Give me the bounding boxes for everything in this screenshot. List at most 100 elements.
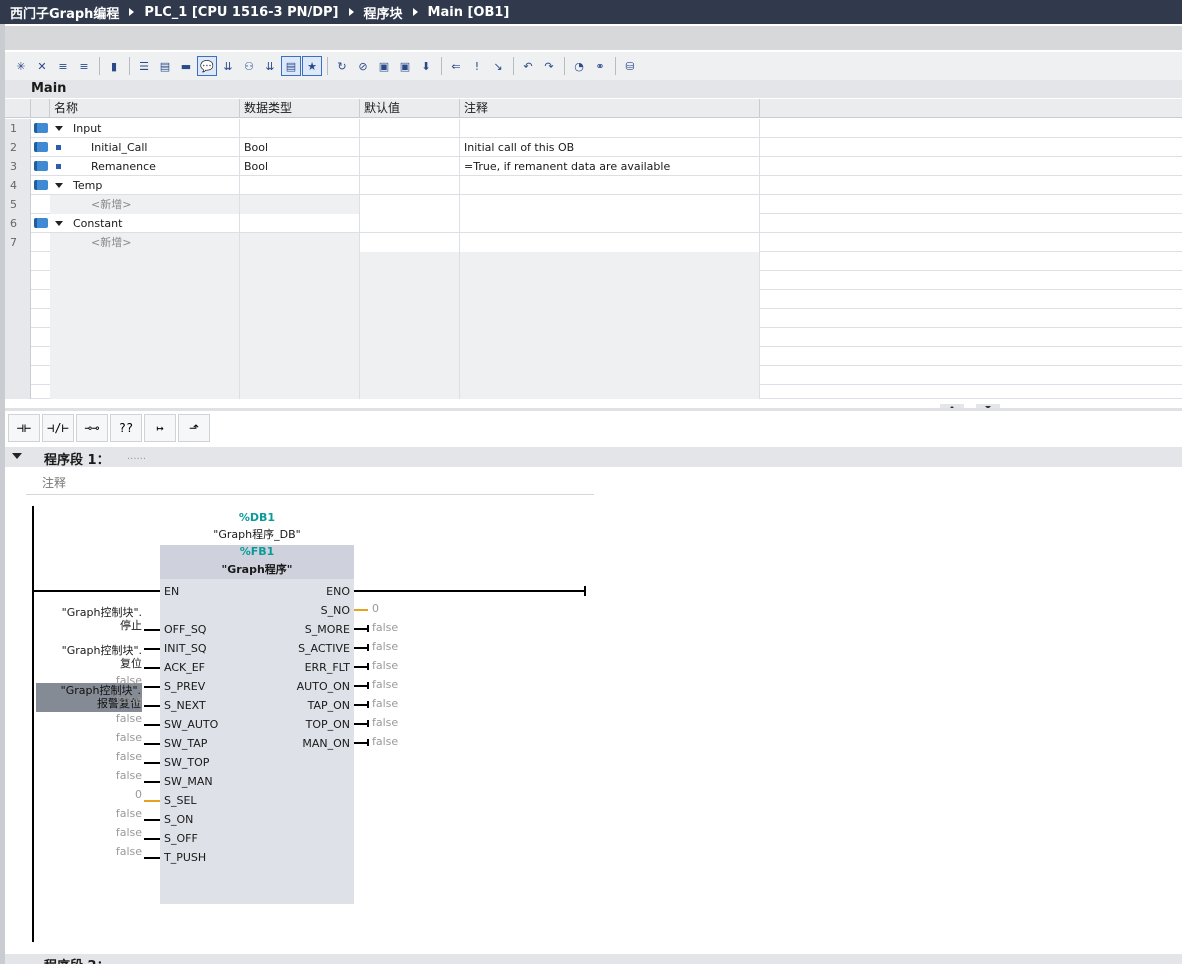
- row-default[interactable]: [360, 233, 460, 252]
- input-value[interactable]: false: [116, 693, 142, 707]
- operand-init-sq[interactable]: "Graph控制块". 复位: [62, 644, 142, 670]
- breadcrumb-project[interactable]: 西门子Graph编程: [10, 3, 119, 22]
- input-value[interactable]: false: [116, 826, 142, 840]
- row-default[interactable]: [360, 119, 460, 138]
- empty-box-icon[interactable]: ??: [110, 413, 142, 442]
- splitter-handle[interactable]: [940, 401, 1000, 411]
- input-value[interactable]: false: [116, 731, 142, 745]
- row-name[interactable]: Constant: [73, 214, 240, 233]
- collapse-triangle-icon[interactable]: [55, 126, 63, 131]
- show-absolute-icon[interactable]: ☰: [134, 56, 154, 76]
- output-value[interactable]: false: [372, 735, 398, 749]
- output-value[interactable]: false: [372, 716, 398, 730]
- row-type[interactable]: [240, 233, 360, 252]
- row-name[interactable]: Initial_Call: [91, 138, 240, 157]
- column-header-default[interactable]: 默认值: [360, 99, 460, 118]
- modify-icon[interactable]: ▣: [374, 56, 394, 76]
- compare-icon[interactable]: ◔: [569, 56, 589, 76]
- breadcrumb-plc[interactable]: PLC_1 [CPU 1516-3 PN/DP]: [144, 5, 338, 20]
- network-header[interactable]: 程序段 1： ......: [5, 447, 1182, 468]
- network-comment[interactable]: 注释: [26, 470, 594, 495]
- expand-all-icon[interactable]: ▤: [155, 56, 175, 76]
- output-value[interactable]: false: [372, 659, 398, 673]
- network-2-title[interactable]: 程序段 2：: [44, 955, 110, 964]
- collapse-arrow-icon[interactable]: [12, 453, 22, 459]
- block-call-icon[interactable]: ▮: [104, 56, 124, 76]
- collapse-all-icon[interactable]: ▬: [176, 56, 196, 76]
- insert-network-icon[interactable]: ✳: [11, 56, 31, 76]
- row-default[interactable]: [360, 138, 460, 157]
- row-default[interactable]: [360, 157, 460, 176]
- table-row[interactable]: 2 Initial_Call Bool Initial call of this…: [5, 138, 1182, 157]
- insert-row-icon[interactable]: ≡: [53, 56, 73, 76]
- output-value[interactable]: 0: [372, 602, 379, 616]
- table-row[interactable]: 1 Input: [5, 119, 1182, 138]
- row-comment[interactable]: [460, 214, 760, 233]
- row-comment[interactable]: [460, 176, 760, 195]
- row-name[interactable]: Input: [73, 119, 240, 138]
- coil-icon[interactable]: ⊸⊸: [76, 413, 108, 442]
- jump-icon[interactable]: ↘: [488, 56, 508, 76]
- instance-db-name[interactable]: "Graph程序_DB": [160, 526, 354, 542]
- row-type[interactable]: [240, 119, 360, 138]
- row-type[interactable]: Bool: [240, 138, 360, 157]
- branch-icon[interactable]: ⇐: [446, 56, 466, 76]
- row-comment[interactable]: =True, if remanent data are available: [460, 157, 760, 176]
- collapse-triangle-icon[interactable]: [55, 183, 63, 188]
- column-header-type[interactable]: 数据类型: [240, 99, 360, 118]
- collapse-triangle-icon[interactable]: [55, 221, 63, 226]
- delete-network-icon[interactable]: ✕: [32, 56, 52, 76]
- operand-display-icon[interactable]: ⚇: [239, 56, 259, 76]
- row-comment[interactable]: [460, 233, 760, 252]
- fb-name[interactable]: "Graph程序": [160, 561, 354, 577]
- column-header-name[interactable]: 名称: [50, 99, 240, 118]
- branch-close-icon[interactable]: !: [467, 56, 487, 76]
- return-icon[interactable]: ↶: [518, 56, 538, 76]
- table-row[interactable]: 3 Remanence Bool =True, if remanent data…: [5, 157, 1182, 176]
- input-value[interactable]: false: [116, 712, 142, 726]
- table-row[interactable]: 7 <新增>: [5, 233, 1182, 252]
- comment-icon[interactable]: 💬: [197, 56, 217, 76]
- step-over-icon[interactable]: ⬇: [416, 56, 436, 76]
- row-default[interactable]: [360, 214, 460, 233]
- trace-icon[interactable]: ↷: [539, 56, 559, 76]
- output-value[interactable]: false: [372, 640, 398, 654]
- add-new-entry[interactable]: <新增>: [50, 233, 240, 252]
- operand-off-sq[interactable]: "Graph控制块". 停止: [62, 606, 142, 632]
- nc-contact-icon[interactable]: ⊣/⊢: [42, 413, 74, 442]
- input-value[interactable]: false: [116, 750, 142, 764]
- glasses-icon[interactable]: ⚭: [590, 56, 610, 76]
- column-header-comment[interactable]: 注释: [460, 99, 760, 118]
- go-online-icon[interactable]: ↻: [332, 56, 352, 76]
- call-env-icon[interactable]: ▣: [395, 56, 415, 76]
- table-row[interactable]: 4 Temp: [5, 176, 1182, 195]
- row-name[interactable]: Remanence: [91, 157, 240, 176]
- instance-db-address[interactable]: %DB1: [160, 511, 354, 524]
- input-value[interactable]: 0: [135, 788, 142, 802]
- row-name[interactable]: Temp: [73, 176, 240, 195]
- row-comment[interactable]: [460, 195, 760, 214]
- row-type[interactable]: Bool: [240, 157, 360, 176]
- no-contact-icon[interactable]: ⊣⊢: [8, 413, 40, 442]
- open-branch-icon[interactable]: ↦: [144, 413, 176, 442]
- row-type[interactable]: [240, 176, 360, 195]
- breadcrumb-program-blocks[interactable]: 程序块: [364, 3, 403, 22]
- symbol-info-icon[interactable]: ⇊: [260, 56, 280, 76]
- output-value[interactable]: false: [372, 678, 398, 692]
- row-default[interactable]: [360, 176, 460, 195]
- row-type[interactable]: [240, 195, 360, 214]
- input-value[interactable]: false: [116, 845, 142, 859]
- favorites-icon[interactable]: ⇊: [218, 56, 238, 76]
- highlight-icon[interactable]: ★: [302, 56, 322, 76]
- add-new-entry[interactable]: <新增>: [50, 195, 240, 214]
- db-icon[interactable]: ⛁: [620, 56, 640, 76]
- output-value[interactable]: false: [372, 621, 398, 635]
- row-comment[interactable]: Initial call of this OB: [460, 138, 760, 157]
- network-overview-icon[interactable]: ▤: [281, 56, 301, 76]
- network-title[interactable]: 程序段 1：: [44, 449, 110, 468]
- row-default[interactable]: [360, 195, 460, 214]
- input-value[interactable]: false: [116, 807, 142, 821]
- network-2-header[interactable]: 程序段 2：: [5, 954, 1182, 964]
- output-value[interactable]: false: [372, 697, 398, 711]
- close-branch-icon[interactable]: ⬏: [178, 413, 210, 442]
